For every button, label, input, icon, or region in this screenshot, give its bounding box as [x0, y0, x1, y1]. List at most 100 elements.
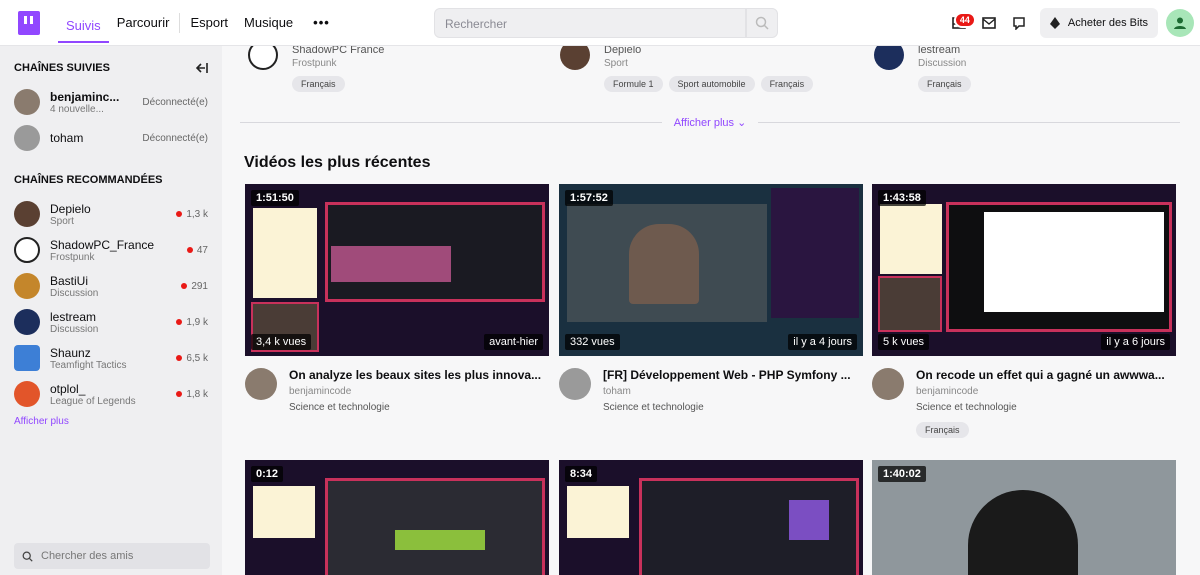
video-title[interactable]: [FR] Développement Web - PHP Symfony ... — [603, 368, 863, 382]
video-card[interactable]: 8:34 — [559, 460, 863, 575]
video-channel[interactable]: benjamincode — [916, 386, 978, 397]
nav-link-browse[interactable]: Parcourir — [109, 0, 178, 46]
more-options-icon[interactable]: ••• — [301, 0, 342, 46]
video-thumbnail[interactable]: 8:34 — [559, 460, 863, 575]
video-views: 332 vues — [565, 334, 620, 350]
show-more-button[interactable]: Afficher plus ⌄ — [662, 116, 759, 129]
video-thumbnail[interactable]: 0:12 — [245, 460, 549, 575]
video-info: On analyze les beaux sites les plus inno… — [245, 356, 549, 436]
search-button[interactable] — [746, 8, 778, 38]
recommended-channel-bastiui[interactable]: BastiUi Discussion 291 — [0, 268, 222, 304]
channel-name: lestream — [50, 309, 97, 324]
section-title: Vidéos les plus récentes — [244, 154, 431, 171]
search-icon — [755, 16, 769, 30]
live-dot-icon — [176, 391, 183, 397]
video-thumbnail[interactable]: 1:51:50 3,4 k vues avant-hier — [245, 184, 549, 356]
video-thumbnail[interactable]: 1:40:02 — [872, 460, 1176, 575]
channel-game: Sport — [604, 58, 628, 69]
video-title[interactable]: On analyze les beaux sites les plus inno… — [289, 368, 549, 382]
video-category[interactable]: Science et technologie — [916, 402, 1017, 413]
video-info: [FR] Développement Web - PHP Symfony ...… — [559, 356, 863, 436]
bits-gem-icon — [1049, 17, 1060, 29]
video-card[interactable]: 1:40:02 — [872, 460, 1176, 575]
channel-avatar[interactable] — [245, 368, 277, 400]
video-duration: 1:57:52 — [565, 190, 613, 206]
twitch-logo-icon[interactable] — [18, 10, 40, 35]
recommended-channel-lestream[interactable]: lestream Discussion 1,9 k — [0, 304, 222, 340]
buy-bits-label: Acheter des Bits — [1067, 17, 1148, 29]
divider-line — [240, 121, 662, 123]
video-category[interactable]: Science et technologie — [289, 402, 390, 413]
tag-pill[interactable]: Français — [916, 422, 969, 438]
channel-avatar — [248, 46, 278, 70]
video-card[interactable]: 1:57:52 332 vues il y a 4 jours [FR] Dév… — [559, 184, 863, 436]
live-channel-card[interactable]: Depielo Sport Formule 1 Sport automobile… — [560, 46, 860, 104]
channel-name: Depielo — [604, 46, 642, 56]
channel-avatar — [14, 273, 40, 299]
channel-avatar[interactable] — [872, 368, 904, 400]
recommended-channel-shaunz[interactable]: Shaunz Teamfight Tactics 6,5 k — [0, 340, 222, 376]
channel-text: Shaunz Teamfight Tactics — [50, 346, 176, 371]
top-navigation: Suivis Parcourir Esport Musique ••• Rech… — [0, 0, 1200, 46]
nav-links: Suivis Parcourir Esport Musique ••• — [58, 0, 342, 46]
tag-pill[interactable]: Français — [292, 76, 345, 92]
followed-channel-toham[interactable]: toham Déconnecté(e) — [0, 120, 222, 156]
channel-name: otplol_ — [50, 381, 86, 396]
video-thumbnail[interactable]: 1:43:58 5 k vues il y a 6 jours — [872, 184, 1176, 356]
tag-pill[interactable]: Formule 1 — [604, 76, 663, 92]
buy-bits-button[interactable]: Acheter des Bits — [1039, 8, 1158, 38]
channel-text: toham — [50, 131, 142, 145]
sidebar-show-more-link[interactable]: Afficher plus — [0, 416, 222, 427]
live-channel-card[interactable]: ShadowPC France Frostpunk Français — [248, 46, 508, 104]
channel-game: Teamfight Tactics — [50, 359, 127, 371]
viewer-count-value: 1,9 k — [186, 316, 208, 328]
notifications-button[interactable]: 44 — [944, 8, 976, 38]
recommended-channel-otplol[interactable]: otplol_ League of Legends 1,8 k — [0, 376, 222, 412]
user-avatar[interactable] — [1166, 9, 1194, 37]
video-category[interactable]: Science et technologie — [603, 402, 704, 413]
recommended-channel-shadowpc[interactable]: ShadowPC_France Frostpunk 47 — [0, 232, 222, 268]
thumbnail-screen-accent — [395, 530, 485, 550]
followed-channels-header: CHAÎNES SUIVIES — [0, 58, 222, 78]
search-friends-input[interactable]: Chercher des amis — [14, 543, 210, 569]
viewer-count-value: 1,8 k — [186, 388, 208, 400]
channel-subtitle: 4 nouvelle... — [50, 103, 104, 115]
show-more-label: Afficher plus — [673, 116, 735, 129]
channel-avatar[interactable] — [559, 368, 591, 400]
collapse-sidebar-icon[interactable] — [196, 63, 208, 73]
nav-link-esports[interactable]: Esport — [182, 0, 236, 46]
live-channel-card[interactable]: lestream Discussion Français — [874, 46, 1134, 104]
live-dot-icon — [176, 211, 183, 217]
video-card[interactable]: 0:12 — [245, 460, 549, 575]
mail-icon — [982, 17, 996, 29]
nav-link-music[interactable]: Musique — [236, 0, 301, 46]
thumbnail-webcam — [878, 276, 942, 332]
whispers-button[interactable] — [974, 8, 1004, 38]
top-right-actions: 44 Acheter des Bits — [944, 0, 1200, 46]
nav-link-following[interactable]: Suivis — [58, 3, 109, 43]
tag-pill[interactable]: Sport automobile — [668, 76, 755, 92]
search-input[interactable]: Rechercher — [434, 8, 746, 38]
video-card[interactable]: 1:51:50 3,4 k vues avant-hier On analyze… — [245, 184, 549, 436]
channel-game: Discussion — [50, 323, 99, 335]
viewer-count: 6,5 k — [176, 353, 208, 364]
video-age: avant-hier — [484, 334, 543, 350]
live-dot-icon — [186, 247, 193, 253]
tag-pill[interactable]: Français — [760, 76, 814, 92]
live-dot-icon — [176, 319, 183, 325]
video-duration: 1:51:50 — [251, 190, 299, 206]
tag-pill[interactable]: Français — [918, 76, 971, 92]
thumbnail-screen-content — [984, 212, 1164, 312]
followed-channel-benjamincode[interactable]: benjaminc... 4 nouvelle... Déconnecté(e) — [0, 84, 222, 120]
video-thumbnail[interactable]: 1:57:52 332 vues il y a 4 jours — [559, 184, 863, 356]
channel-avatar — [14, 125, 40, 151]
video-channel[interactable]: toham — [603, 386, 631, 397]
live-dot-icon — [181, 283, 188, 289]
recommended-channel-depielo[interactable]: Depielo Sport 1,3 k — [0, 196, 222, 232]
video-channel[interactable]: benjamincode — [289, 386, 351, 397]
video-title[interactable]: On recode un effet qui a gagné un awwwa.… — [916, 368, 1176, 382]
video-card[interactable]: 1:43:58 5 k vues il y a 6 jours On recod… — [872, 184, 1176, 438]
channel-name: benjaminc... — [50, 89, 120, 104]
video-info: On recode un effet qui a gagné un awwwa.… — [872, 356, 1176, 438]
chat-button[interactable] — [1004, 8, 1034, 38]
